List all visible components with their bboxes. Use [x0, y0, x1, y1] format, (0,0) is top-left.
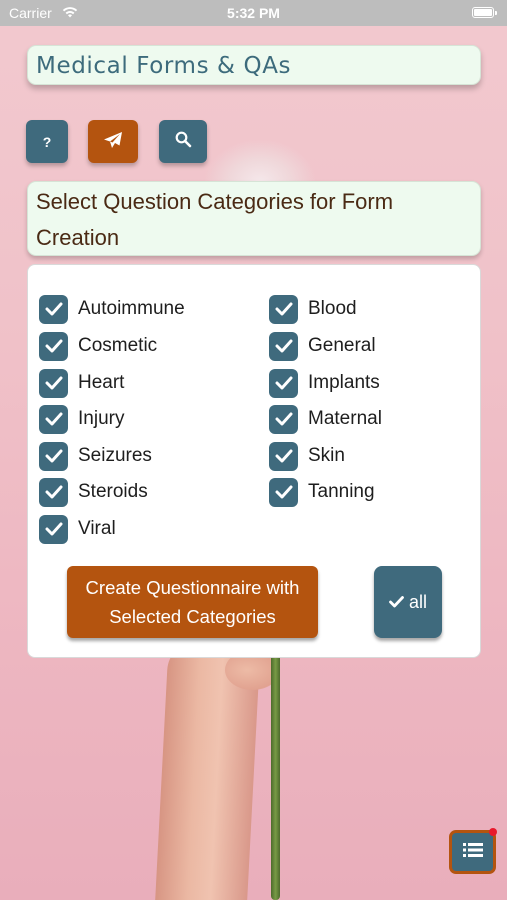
- category-steroids[interactable]: Steroids: [39, 477, 148, 507]
- category-label: Heart: [78, 372, 125, 393]
- category-label: Viral: [78, 518, 116, 539]
- category-skin[interactable]: Skin: [269, 441, 345, 471]
- paper-plane-icon: [103, 131, 123, 153]
- category-label: Blood: [308, 298, 357, 319]
- checkbox-checked-icon[interactable]: [39, 404, 68, 434]
- category-label: Skin: [308, 445, 345, 466]
- category-autoimmune[interactable]: Autoimmune: [39, 294, 185, 324]
- category-blood[interactable]: Blood: [269, 294, 357, 324]
- checkbox-checked-icon[interactable]: [39, 441, 68, 471]
- categories-card: Autoimmune Cosmetic Heart Injury Seizure…: [27, 264, 481, 658]
- checkmark-icon: [389, 592, 404, 613]
- question-mark-icon: ?: [42, 133, 52, 150]
- checkbox-checked-icon[interactable]: [269, 294, 298, 324]
- category-viral[interactable]: Viral: [39, 514, 116, 544]
- background-flower-stem: [271, 640, 280, 900]
- app-title: Medical Forms & QAs: [27, 45, 481, 85]
- category-label: Cosmetic: [78, 335, 158, 356]
- checkbox-checked-icon[interactable]: [39, 331, 68, 361]
- category-label: Maternal: [308, 408, 382, 429]
- category-heart[interactable]: Heart: [39, 368, 124, 398]
- status-bar: Carrier 5:32 PM: [0, 0, 507, 26]
- notification-dot: [489, 828, 497, 836]
- category-maternal[interactable]: Maternal: [269, 404, 382, 434]
- category-seizures[interactable]: Seizures: [39, 441, 152, 471]
- forms-list-button[interactable]: [449, 828, 497, 874]
- category-label: Injury: [78, 408, 125, 429]
- select-all-button[interactable]: all: [374, 566, 442, 638]
- category-injury[interactable]: Injury: [39, 404, 124, 434]
- help-button[interactable]: ?: [26, 120, 68, 163]
- category-label: Seizures: [78, 445, 152, 466]
- send-button[interactable]: [88, 120, 138, 163]
- magnifier-icon: [175, 131, 192, 152]
- create-questionnaire-button[interactable]: Create Questionnaire with Selected Categ…: [67, 566, 318, 638]
- checkbox-checked-icon[interactable]: [39, 294, 68, 324]
- checkbox-checked-icon[interactable]: [269, 368, 298, 398]
- list-icon: [462, 841, 484, 863]
- checkbox-checked-icon[interactable]: [39, 514, 68, 544]
- checkbox-checked-icon[interactable]: [269, 477, 298, 507]
- category-label: Implants: [308, 372, 380, 393]
- section-title: Select Question Categories for Form Crea…: [27, 181, 481, 256]
- checkbox-checked-icon[interactable]: [39, 368, 68, 398]
- search-button[interactable]: [159, 120, 207, 163]
- category-label: Autoimmune: [78, 298, 185, 319]
- category-implants[interactable]: Implants: [269, 368, 380, 398]
- checkbox-checked-icon[interactable]: [269, 404, 298, 434]
- battery-icon: [472, 7, 497, 18]
- category-tanning[interactable]: Tanning: [269, 477, 375, 507]
- category-label: Steroids: [78, 481, 148, 502]
- category-label: General: [308, 335, 376, 356]
- category-cosmetic[interactable]: Cosmetic: [39, 331, 157, 361]
- checkbox-checked-icon[interactable]: [269, 441, 298, 471]
- category-label: Tanning: [308, 481, 375, 502]
- clock: 5:32 PM: [227, 5, 280, 21]
- select-all-label: all: [408, 591, 427, 612]
- checkbox-checked-icon[interactable]: [269, 331, 298, 361]
- category-general[interactable]: General: [269, 331, 376, 361]
- checkbox-checked-icon[interactable]: [39, 477, 68, 507]
